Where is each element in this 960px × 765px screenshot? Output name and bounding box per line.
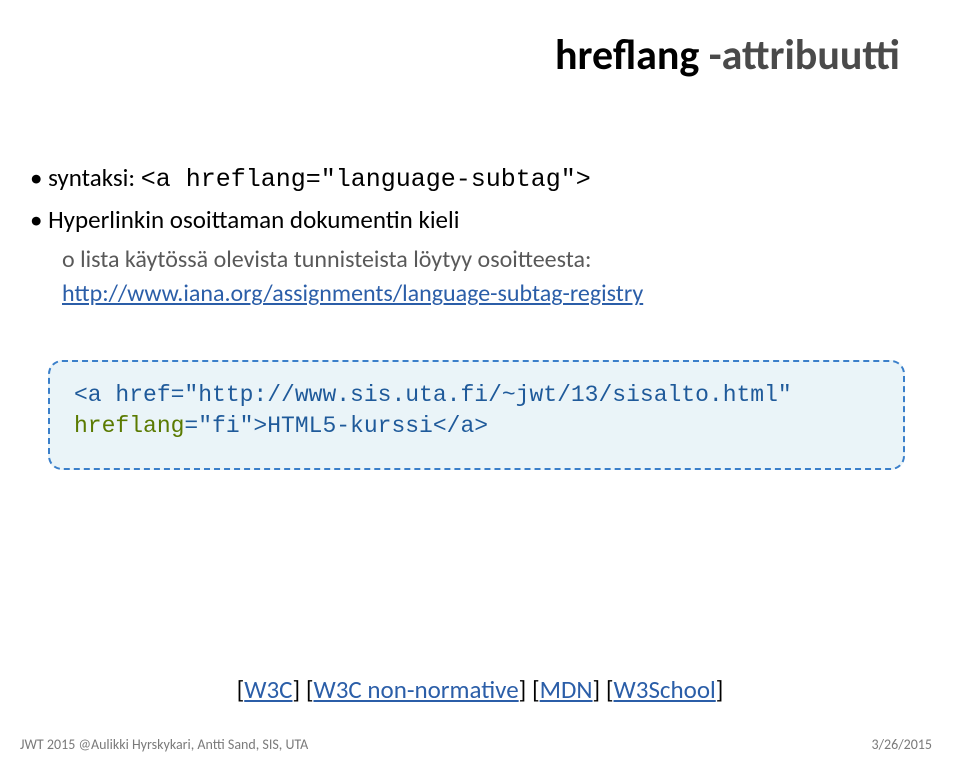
syntax-label: syntaksi: bbox=[48, 162, 135, 193]
content-area: syntaksi: <a hreflang="language-subtag">… bbox=[30, 160, 920, 312]
footer-copyright: JWT 2015 @Aulikki Hyrskykari, Antti Sand… bbox=[20, 736, 308, 753]
sub-text: lista käytössä olevista tunnisteista löy… bbox=[80, 245, 591, 274]
code-example-box: <a href="http://www.sis.uta.fi/~jwt/13/s… bbox=[48, 360, 905, 470]
code-attr-keyword: hreflang bbox=[74, 413, 184, 439]
slide-title: hreflang -attribuutti bbox=[555, 30, 900, 81]
link-w3c[interactable]: W3C bbox=[244, 674, 292, 705]
code-line-2: hreflang="fi">HTML5-kurssi</a> bbox=[74, 411, 879, 442]
registry-link[interactable]: http://www.iana.org/assignments/language… bbox=[62, 279, 643, 308]
bullet-syntax: syntaksi: <a hreflang="language-subtag"> bbox=[30, 160, 920, 198]
bullet-meaning: Hyperlinkin osoittaman dokumentin kieli bbox=[30, 202, 920, 238]
title-rest: -attribuutti bbox=[699, 30, 900, 81]
code-line-1: <a href="http://www.sis.uta.fi/~jwt/13/s… bbox=[74, 380, 879, 411]
code-line-2-rest: ="fi">HTML5-kurssi</a> bbox=[184, 413, 488, 439]
footer-links: [W3C] [W3C non-normative] [MDN] [W3Schoo… bbox=[0, 674, 960, 705]
link-w3c-nn[interactable]: W3C non-normative bbox=[313, 674, 518, 705]
syntax-code: <a hreflang="language-subtag"> bbox=[141, 165, 591, 194]
sub-bullet: lista käytössä olevista tunnisteista löy… bbox=[62, 243, 920, 313]
footer-date: 3/26/2015 bbox=[872, 736, 932, 753]
title-keyword: hreflang bbox=[555, 30, 699, 81]
link-mdn[interactable]: MDN bbox=[540, 674, 593, 705]
meaning-text: Hyperlinkin osoittaman dokumentin kieli bbox=[48, 204, 459, 235]
link-w3school[interactable]: W3School bbox=[614, 674, 716, 705]
slide: hreflang -attribuutti syntaksi: <a hrefl… bbox=[0, 0, 960, 765]
